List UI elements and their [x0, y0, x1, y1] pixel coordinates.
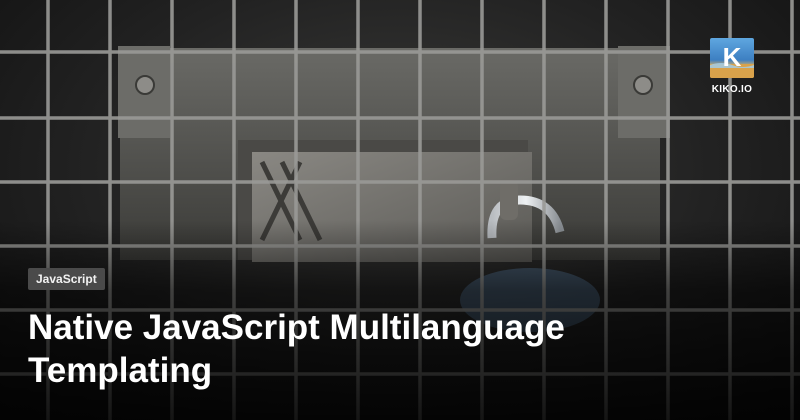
- logo-letter: K: [723, 42, 742, 72]
- brand-name: KIKO.IO: [711, 84, 753, 95]
- article-title[interactable]: Native JavaScript Multilanguage Templati…: [28, 306, 728, 392]
- category-tag[interactable]: JavaScript: [28, 268, 105, 290]
- brand-badge[interactable]: K KIKO.IO: [710, 38, 754, 95]
- article-card[interactable]: K KIKO.IO JavaScript Native JavaScript M…: [0, 0, 800, 420]
- kiko-logo-icon: K: [710, 38, 754, 78]
